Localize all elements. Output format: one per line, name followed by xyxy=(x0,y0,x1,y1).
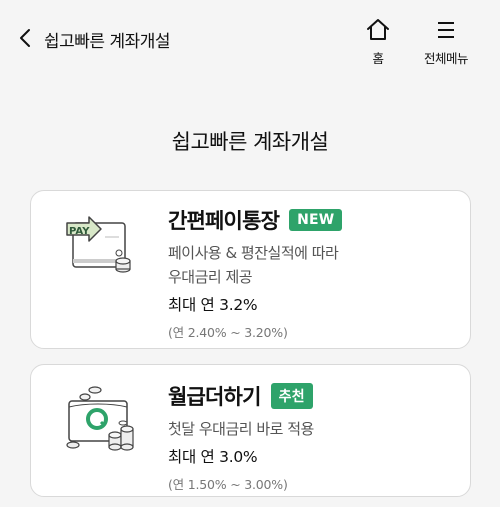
salary-wallet-illustration-icon xyxy=(65,385,139,459)
chevron-left-icon xyxy=(20,29,30,47)
top-app-bar: 쉽고빠른 계좌개설 홈 전체메뉴 xyxy=(0,0,500,80)
rate-range: (연 2.40% ~ 3.20%) xyxy=(168,325,288,340)
home-label: 홈 xyxy=(372,51,384,66)
page-title: 쉽고빠른 계좌개설 xyxy=(171,130,329,154)
account-card-salary[interactable]: 월급더하기 추천 첫달 우대금리 바로 적용 최대 연 3.0% (연 1.50… xyxy=(30,364,471,497)
rate-range: (연 1.50% ~ 3.00%) xyxy=(168,477,288,492)
home-button[interactable]: 홈 xyxy=(365,18,391,67)
header-title: 쉽고빠른 계좌개설 xyxy=(44,32,171,52)
max-rate: 최대 연 3.2% xyxy=(168,296,258,314)
card-description: 페이사용 & 평잔실적에 따라 우대금리 제공 xyxy=(168,241,342,289)
all-menu-button[interactable]: 전체메뉴 xyxy=(424,18,469,67)
hamburger-menu-icon xyxy=(438,22,454,38)
home-icon xyxy=(367,19,389,40)
max-rate: 최대 연 3.0% xyxy=(168,448,258,466)
back-button[interactable] xyxy=(14,26,38,50)
recommended-badge: 추천 xyxy=(270,383,313,409)
description-line: 우대금리 제공 xyxy=(168,268,253,286)
new-badge: NEW xyxy=(289,209,343,231)
card-description: 첫달 우대금리 바로 적용 xyxy=(168,417,314,441)
all-menu-label: 전체메뉴 xyxy=(424,51,469,66)
description-line: 페이사용 & 평잔실적에 따라 xyxy=(168,244,339,262)
svg-text:PAY: PAY xyxy=(69,226,90,237)
pay-account-illustration-icon: PAY xyxy=(65,215,135,281)
card-title: 월급더하기 xyxy=(168,385,261,409)
description-line: 첫달 우대금리 바로 적용 xyxy=(168,420,314,438)
account-card-pay[interactable]: PAY 간편페이통장 NEW 페이사용 & 평잔실적에 따라 우대금리 제공 최… xyxy=(30,190,471,349)
card-title: 간편페이통장 xyxy=(168,209,280,233)
